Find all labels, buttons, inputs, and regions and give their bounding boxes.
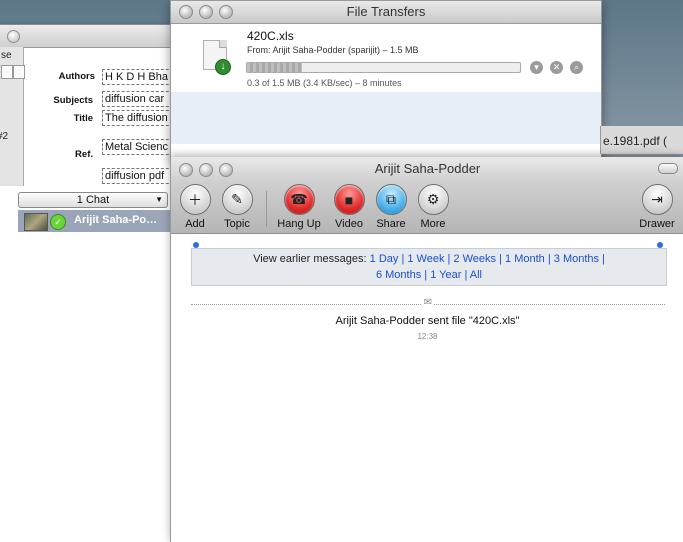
history-link-all[interactable]: All <box>470 269 482 281</box>
document-icon[interactable] <box>13 65 25 79</box>
subjects-label: Subjects <box>53 95 93 106</box>
add-label: Add <box>185 218 205 230</box>
sidebar-tag: #2 <box>0 131 9 142</box>
reference-window: se #2 Authors H K D H Bha Subjects diffu… <box>0 24 208 196</box>
history-link-1-month[interactable]: 1 Month <box>505 253 545 265</box>
history-link-1-day[interactable]: 1 Day <box>370 253 399 265</box>
message-timestamp: 12:38 <box>417 332 438 341</box>
close-icon[interactable]: ✕ <box>550 61 563 74</box>
transfer-list-empty-row <box>171 92 601 144</box>
share-label: Share <box>376 218 406 230</box>
topic-label: Topic <box>224 218 250 230</box>
transfer-status: 0.3 of 1.5 MB (3.4 KB/sec) – 8 minutes <box>247 78 402 88</box>
drawer-label: Drawer <box>639 218 675 230</box>
history-link-6-months[interactable]: 6 Months <box>376 269 421 281</box>
chat-count-popup[interactable]: 1 Chat ▼ <box>18 192 168 208</box>
drawer-icon: ⇥ <box>641 184 673 215</box>
sidebar-text: se <box>1 50 12 61</box>
more-button[interactable]: ⚙ More <box>411 184 455 230</box>
title-label: Title <box>73 113 93 124</box>
chevron-down-icon: ▼ <box>155 195 163 204</box>
history-link-1-week[interactable]: 1 Week <box>407 253 444 265</box>
chat-toolbar: ＋ Add ✎ Topic ☎ Hang Up ■ Video ⧉ Share … <box>171 181 683 234</box>
chat-window: Arijit Saha-Podder ＋ Add ✎ Topic ☎ Hang … <box>170 157 683 542</box>
gear-icon: ⚙ <box>417 184 449 215</box>
video-camera-icon: ■ <box>333 184 365 215</box>
chat-count-label: 1 Chat <box>76 194 110 206</box>
transfer-filename: 420C.xls <box>247 29 294 43</box>
chat-list-item[interactable]: ✓ Arijit Saha-Po… <box>18 210 176 232</box>
earlier-messages-box: View earlier messages: 1 Day | 1 Week | … <box>191 248 667 286</box>
file-transfer-icon: ✉ <box>422 297 434 309</box>
earlier-messages-line-2: 6 Months | 1 Year | All <box>375 269 483 281</box>
history-link-1-year[interactable]: 1 Year <box>430 269 461 281</box>
file-transfers-titlebar[interactable]: File Transfers <box>171 1 601 24</box>
hang-up-button[interactable]: ☎ Hang Up <box>277 184 321 230</box>
toolbar-small-button[interactable] <box>1 65 13 79</box>
chat-contact-name: Arijit Saha-Po… <box>74 214 158 226</box>
more-label: More <box>420 218 446 230</box>
add-button[interactable]: ＋ Add <box>173 184 217 230</box>
earlier-messages-label: View earlier messages: <box>253 253 367 265</box>
screen-share-icon: ⧉ <box>375 184 407 215</box>
file-transfers-window: File Transfers ↓ 420C.xls From: Arijit S… <box>170 0 602 160</box>
hang-up-label: Hang Up <box>277 218 321 230</box>
toolbar-separator <box>266 191 267 227</box>
ref-label: Ref. <box>75 149 93 160</box>
chevron-down-icon[interactable]: ▾ <box>530 61 543 74</box>
download-icon: ↓ <box>215 59 231 75</box>
video-label: Video <box>335 218 363 230</box>
transfer-item[interactable]: ↓ 420C.xls From: Arijit Saha-Podder (spa… <box>171 24 601 92</box>
topic-button[interactable]: ✎ Topic <box>215 184 259 230</box>
authors-label: Authors <box>58 71 95 82</box>
magnifier-icon[interactable]: ⌕ <box>570 61 583 74</box>
history-link-2-weeks[interactable]: 2 Weeks <box>453 253 496 265</box>
online-status-icon: ✓ <box>50 214 66 230</box>
transfer-sender: From: Arijit Saha-Podder (sparijit) – 1.… <box>247 45 419 55</box>
pencil-notepad-icon: ✎ <box>221 184 253 215</box>
video-button[interactable]: ■ Video <box>327 184 371 230</box>
drawer-button[interactable]: ⇥ Drawer <box>635 184 679 230</box>
transfer-progress-fill <box>247 63 302 72</box>
chat-message: Arijit Saha-Podder sent file "420C.xls" <box>335 315 520 327</box>
transfer-progress-bar <box>246 62 521 73</box>
chat-titlebar[interactable]: Arijit Saha-Podder <box>171 157 683 181</box>
pdf-filename: e.1981.pdf ( <box>603 134 668 148</box>
avatar <box>24 213 48 231</box>
chat-list-window: 1 Chat ▼ ✓ Arijit Saha-Po… <box>0 186 177 542</box>
toolbar-toggle-button[interactable] <box>658 163 678 174</box>
chat-title: Arijit Saha-Podder <box>374 161 481 176</box>
phone-hangup-icon: ☎ <box>283 184 315 215</box>
history-link-3-months[interactable]: 3 Months <box>554 253 599 265</box>
reference-window-close-button[interactable] <box>7 30 20 43</box>
earlier-messages-line-1: View earlier messages: 1 Day | 1 Week | … <box>253 253 605 265</box>
background-pdf-title: e.1981.pdf ( <box>600 126 683 154</box>
plus-icon: ＋ <box>179 184 211 215</box>
reference-window-titlebar[interactable] <box>0 25 197 48</box>
reference-window-sidebar: se #2 <box>0 47 25 195</box>
share-button[interactable]: ⧉ Share <box>369 184 413 230</box>
file-transfers-title: File Transfers <box>346 4 426 19</box>
